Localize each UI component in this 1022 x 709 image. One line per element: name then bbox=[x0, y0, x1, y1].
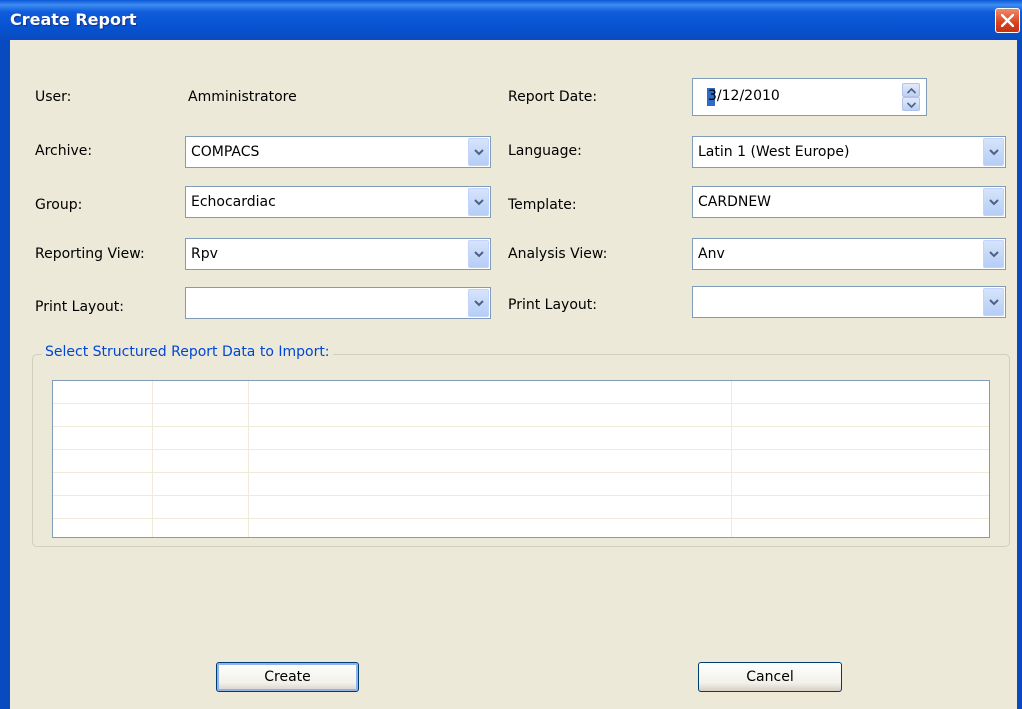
cancel-button[interactable]: Cancel bbox=[698, 662, 842, 692]
window-frame-right bbox=[1017, 40, 1022, 709]
reporting-view-dropdown-button[interactable] bbox=[468, 240, 489, 268]
chevron-down-icon bbox=[989, 199, 999, 206]
reporting-view-dropdown[interactable]: Rpv bbox=[185, 238, 491, 270]
print-layout-dropdown-left[interactable] bbox=[185, 287, 491, 319]
spin-up-button[interactable] bbox=[902, 83, 920, 97]
title-bar[interactable]: Create Report bbox=[0, 0, 1022, 40]
close-button[interactable] bbox=[995, 8, 1020, 33]
chevron-down-icon bbox=[989, 299, 999, 306]
group-dropdown[interactable]: Echocardiac bbox=[185, 186, 491, 218]
analysis-view-value: Anv bbox=[698, 246, 725, 262]
table-row-divider bbox=[53, 426, 989, 427]
group-label: Group: bbox=[35, 197, 83, 213]
structured-report-legend: Select Structured Report Data to Import: bbox=[42, 344, 333, 360]
reporting-view-label: Reporting View: bbox=[35, 246, 145, 262]
user-value: Amministratore bbox=[188, 89, 297, 105]
print-layout-label-left: Print Layout: bbox=[35, 299, 124, 315]
table-row-divider bbox=[53, 449, 989, 450]
table-row-divider bbox=[53, 518, 989, 519]
chevron-down-icon bbox=[474, 199, 484, 206]
report-date-value: 3/12/2010 bbox=[708, 88, 780, 104]
archive-label: Archive: bbox=[35, 143, 93, 159]
analysis-view-label: Analysis View: bbox=[508, 246, 608, 262]
template-dropdown-button[interactable] bbox=[983, 188, 1004, 216]
create-button[interactable]: Create bbox=[216, 662, 359, 692]
date-spinner[interactable] bbox=[902, 83, 920, 111]
group-dropdown-button[interactable] bbox=[468, 188, 489, 216]
print-layout-left-dropdown-button[interactable] bbox=[468, 289, 489, 317]
chevron-down-icon bbox=[474, 149, 484, 156]
language-dropdown-button[interactable] bbox=[983, 138, 1004, 166]
spin-up-icon bbox=[907, 88, 916, 94]
archive-value: COMPACS bbox=[191, 144, 260, 160]
table-column-divider bbox=[731, 381, 732, 537]
analysis-view-dropdown[interactable]: Anv bbox=[692, 238, 1006, 270]
table-column-divider bbox=[152, 381, 153, 537]
language-value: Latin 1 (West Europe) bbox=[698, 144, 850, 160]
reporting-view-value: Rpv bbox=[191, 246, 218, 262]
chevron-down-icon bbox=[989, 251, 999, 258]
window-frame-left bbox=[0, 40, 10, 709]
archive-dropdown[interactable]: COMPACS bbox=[185, 136, 491, 168]
archive-dropdown-button[interactable] bbox=[468, 138, 489, 166]
template-label: Template: bbox=[508, 197, 577, 213]
structured-report-table[interactable] bbox=[52, 380, 990, 538]
table-row-divider bbox=[53, 403, 989, 404]
template-value: CARDNEW bbox=[698, 194, 772, 210]
language-label: Language: bbox=[508, 143, 582, 159]
chevron-down-icon bbox=[474, 300, 484, 307]
print-layout-right-dropdown-button[interactable] bbox=[983, 288, 1004, 316]
table-row-divider bbox=[53, 472, 989, 473]
group-value: Echocardiac bbox=[191, 194, 276, 210]
spin-down-icon bbox=[907, 102, 916, 108]
window-title: Create Report bbox=[10, 10, 137, 29]
user-label: User: bbox=[35, 89, 72, 105]
print-layout-label-right: Print Layout: bbox=[508, 297, 597, 313]
chevron-down-icon bbox=[474, 251, 484, 258]
report-date-field[interactable]: 3/12/2010 bbox=[692, 78, 927, 116]
table-row-divider bbox=[53, 495, 989, 496]
chevron-down-icon bbox=[989, 149, 999, 156]
language-dropdown[interactable]: Latin 1 (West Europe) bbox=[692, 136, 1006, 168]
report-date-label: Report Date: bbox=[508, 89, 598, 105]
print-layout-dropdown-right[interactable] bbox=[692, 286, 1006, 318]
template-dropdown[interactable]: CARDNEW bbox=[692, 186, 1006, 218]
close-icon bbox=[1001, 14, 1014, 27]
spin-down-button[interactable] bbox=[902, 97, 920, 111]
table-column-divider bbox=[248, 381, 249, 537]
analysis-view-dropdown-button[interactable] bbox=[983, 240, 1004, 268]
